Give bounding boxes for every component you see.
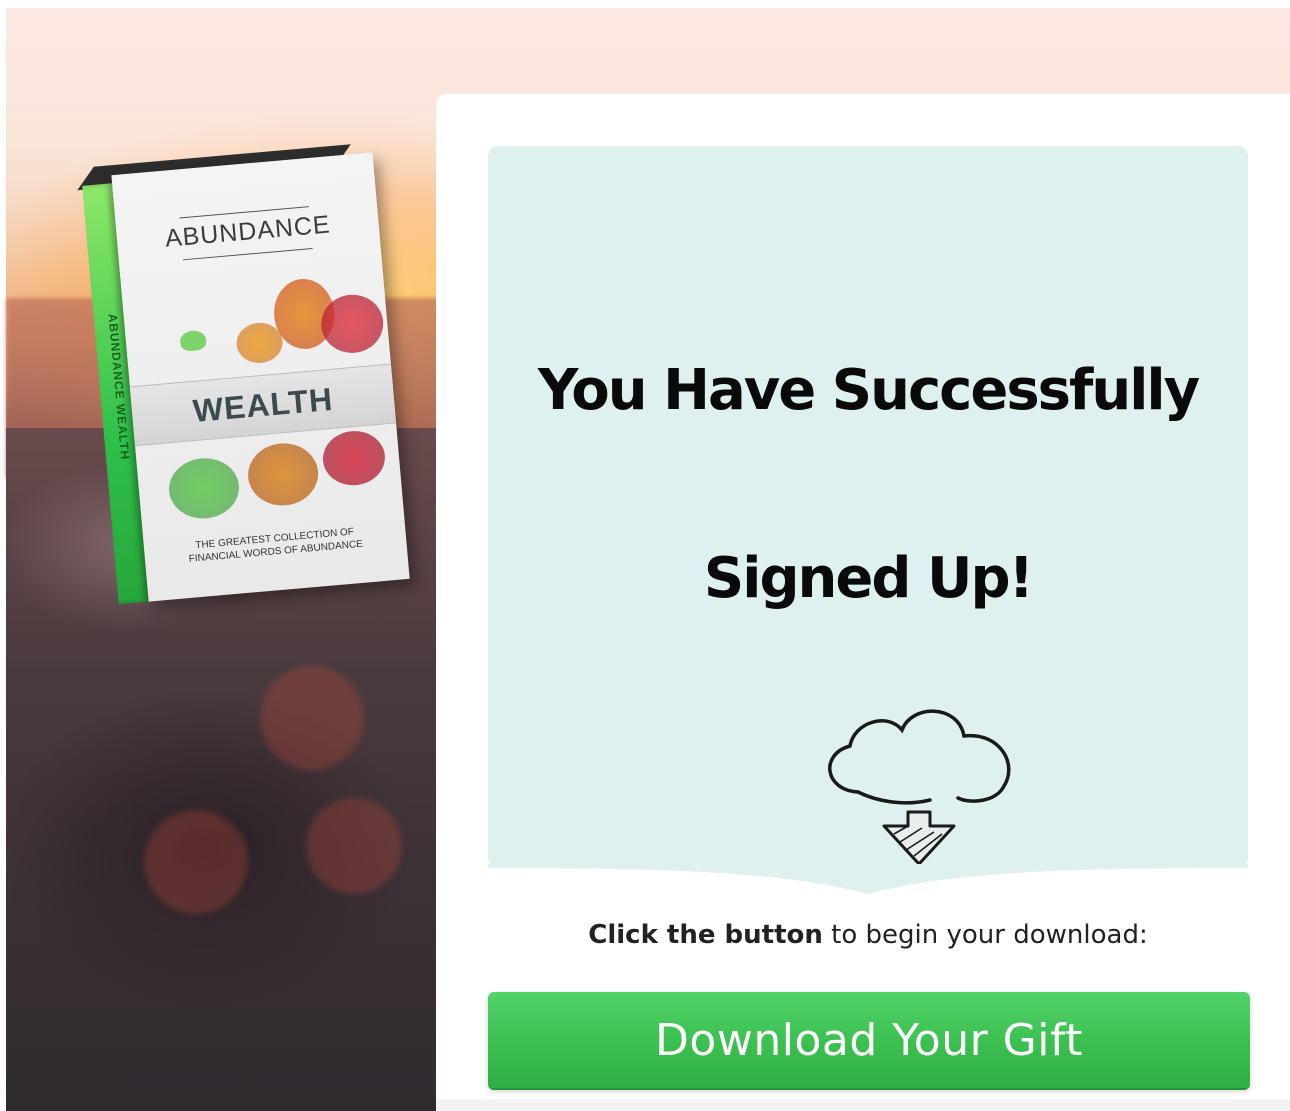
success-headline: You Have Successfully: [537, 358, 1200, 423]
bokeh-light: [306, 798, 402, 894]
success-panel: You Have Successfully Signed Up!: [488, 146, 1248, 868]
panel-pointer: [488, 864, 1248, 894]
instruction-emphasis: Click the button: [588, 920, 823, 950]
card-bottom-strip: [436, 1099, 1290, 1111]
cloud-download-icon: [828, 709, 1011, 866]
download-instruction: Click the button to begin your download:: [488, 920, 1248, 950]
book-title-top: ABUNDANCE: [163, 210, 332, 253]
bokeh-light: [144, 810, 248, 914]
success-headline: Signed Up!: [703, 546, 1034, 611]
page: ABUNDANCE WEALTH ABUNDANCE WEALTH THE GR…: [0, 0, 1290, 1111]
floral-decoration: [245, 440, 321, 509]
download-gift-button[interactable]: Download Your Gift: [488, 992, 1250, 1088]
instruction-text: to begin your download:: [822, 920, 1148, 950]
book-front-cover: ABUNDANCE WEALTH THE GREATEST COLLECTION…: [111, 152, 410, 602]
butterfly-icon: [179, 329, 207, 352]
book-subtitle: THE GREATEST COLLECTION OF FINANCIAL WOR…: [144, 521, 407, 570]
floral-decoration: [166, 455, 242, 522]
ebook-cover-image: ABUNDANCE WEALTH ABUNDANCE WEALTH THE GR…: [77, 112, 418, 606]
bokeh-light: [260, 666, 364, 770]
confirmation-card: You Have Successfully Signed Up! Click t…: [436, 94, 1290, 1111]
floral-decoration: [320, 428, 388, 488]
